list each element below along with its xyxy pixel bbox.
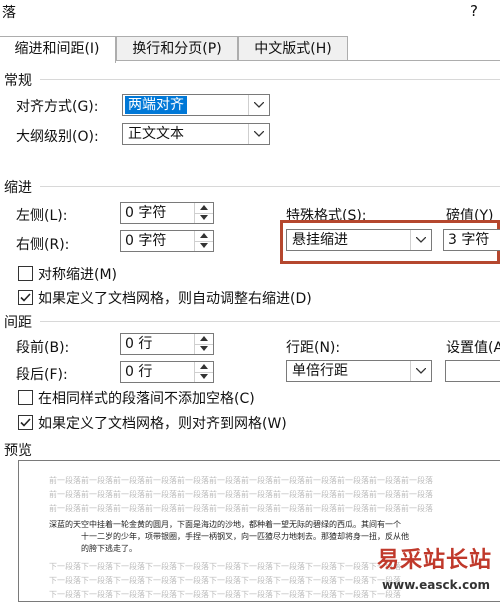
checkmark-icon	[20, 418, 31, 427]
right-indent-label: 右侧(R):	[16, 237, 70, 253]
left-indent-label: 左侧(L):	[16, 208, 68, 224]
line-spacing-select[interactable]: 单倍行距	[286, 360, 432, 382]
chevron-down-icon[interactable]	[248, 124, 269, 144]
tab-asian-typography[interactable]: 中文版式(H)	[238, 36, 348, 61]
general-separator	[40, 79, 500, 80]
preview-next-line: 下一段落下一段落下一段落下一段落下一段落下一段落下一段落下一段落下一段落下一段落…	[49, 562, 401, 571]
at-value-spinner[interactable]	[445, 360, 500, 382]
spin-down-icon[interactable]	[195, 344, 213, 354]
outline-level-select[interactable]: 正文文本	[122, 123, 270, 145]
alignment-value: 两端对齐	[125, 96, 187, 114]
space-after-label: 段后(F):	[16, 367, 68, 383]
space-after-spinner[interactable]: 0 行	[120, 361, 214, 383]
line-spacing-label: 行距(N):	[286, 340, 341, 356]
mirror-indents-label: 对称缩进(M)	[38, 267, 118, 283]
general-heading: 常规	[4, 73, 32, 89]
preview-prev-line: 前一段落前一段落前一段落前一段落前一段落前一段落前一段落前一段落前一段落前一段落…	[49, 504, 433, 513]
checkmark-icon	[20, 293, 31, 302]
spin-down-icon[interactable]	[195, 372, 213, 382]
outline-level-label: 大纲级别(O):	[16, 129, 99, 145]
special-format-value: 悬挂缩进	[292, 232, 348, 248]
preview-prev-line: 前一段落前一段落前一段落前一段落前一段落前一段落前一段落前一段落前一段落前一段落…	[49, 476, 433, 485]
left-indent-spinner[interactable]: 0 字符	[120, 202, 214, 224]
indentation-heading: 缩进	[4, 180, 32, 196]
no-space-same-style-checkbox[interactable]	[18, 390, 33, 405]
right-indent-value: 0 字符	[125, 233, 167, 249]
space-before-spinner[interactable]: 0 行	[120, 333, 214, 355]
preview-next-line: 下一段落下一段落下一段落下一段落下一段落下一段落下一段落下一段落下一段落下一段落…	[49, 576, 401, 585]
chevron-down-icon[interactable]	[410, 230, 431, 250]
dialog-title: 落	[2, 5, 16, 21]
preview-prev-line: 前一段落前一段落前一段落前一段落前一段落前一段落前一段落前一段落前一段落前一段落…	[49, 490, 433, 499]
left-indent-value: 0 字符	[125, 205, 167, 221]
chevron-down-icon[interactable]	[248, 95, 269, 115]
by-value-spinner[interactable]: 3 字符	[443, 229, 500, 251]
spacing-heading: 间距	[4, 315, 32, 331]
tab-indents-spacing[interactable]: 缩进和间距(I)	[0, 36, 116, 63]
mirror-indents-checkbox[interactable]	[18, 266, 33, 281]
snap-to-grid-checkbox[interactable]	[18, 415, 33, 430]
preview-main-line: 十一二岁的少年，项带银圈，手捏一柄钢叉，向一匹猹尽力地刺去。那猹却将身一扭，反从…	[81, 532, 409, 541]
special-format-select[interactable]: 悬挂缩进	[286, 229, 432, 251]
spin-down-icon[interactable]	[195, 213, 213, 223]
auto-adjust-label: 如果定义了文档网格，则自动调整右缩进(D)	[38, 291, 312, 307]
line-spacing-value: 单倍行距	[292, 363, 348, 379]
preview-main-line: 的胯下逃走了。	[81, 544, 137, 553]
by-value-value: 3 字符	[448, 232, 490, 248]
watermark-logo: 易采站长站	[376, 547, 492, 573]
alignment-label: 对齐方式(G):	[16, 99, 99, 115]
preview-main-line: 深蓝的天空中挂着一轮金黄的圆月，下面是海边的沙地，都种着一望无际的碧绿的西瓜。其…	[49, 520, 401, 529]
chevron-down-icon[interactable]	[410, 361, 431, 381]
at-label: 设置值(A	[446, 340, 500, 356]
spin-down-icon[interactable]	[195, 241, 213, 251]
tab-line-page-breaks[interactable]: 换行和分页(P)	[116, 36, 238, 61]
outline-level-value: 正文文本	[128, 126, 184, 142]
preview-next-line: 下一段落下一段落下一段落下一段落下一段落下一段落下一段落下一段落下一段落下一段落…	[49, 590, 401, 599]
preview-heading: 预览	[4, 443, 32, 459]
space-after-value: 0 行	[125, 364, 153, 380]
indentation-separator	[40, 186, 500, 187]
watermark-url: www.easck.com	[382, 578, 490, 592]
space-before-value: 0 行	[125, 336, 153, 352]
spacing-separator	[40, 321, 500, 322]
snap-to-grid-label: 如果定义了文档网格，则对齐到网格(W)	[38, 416, 287, 432]
auto-adjust-checkbox[interactable]	[18, 290, 33, 305]
no-space-same-style-label: 在相同样式的段落间不添加空格(C)	[38, 391, 255, 407]
tab-strip: 缩进和间距(I) 换行和分页(P) 中文版式(H)	[0, 36, 500, 63]
space-before-label: 段前(B):	[16, 340, 70, 356]
help-button[interactable]: ?	[470, 2, 478, 20]
right-indent-spinner[interactable]: 0 字符	[120, 230, 214, 252]
alignment-select[interactable]: 两端对齐	[122, 94, 270, 116]
